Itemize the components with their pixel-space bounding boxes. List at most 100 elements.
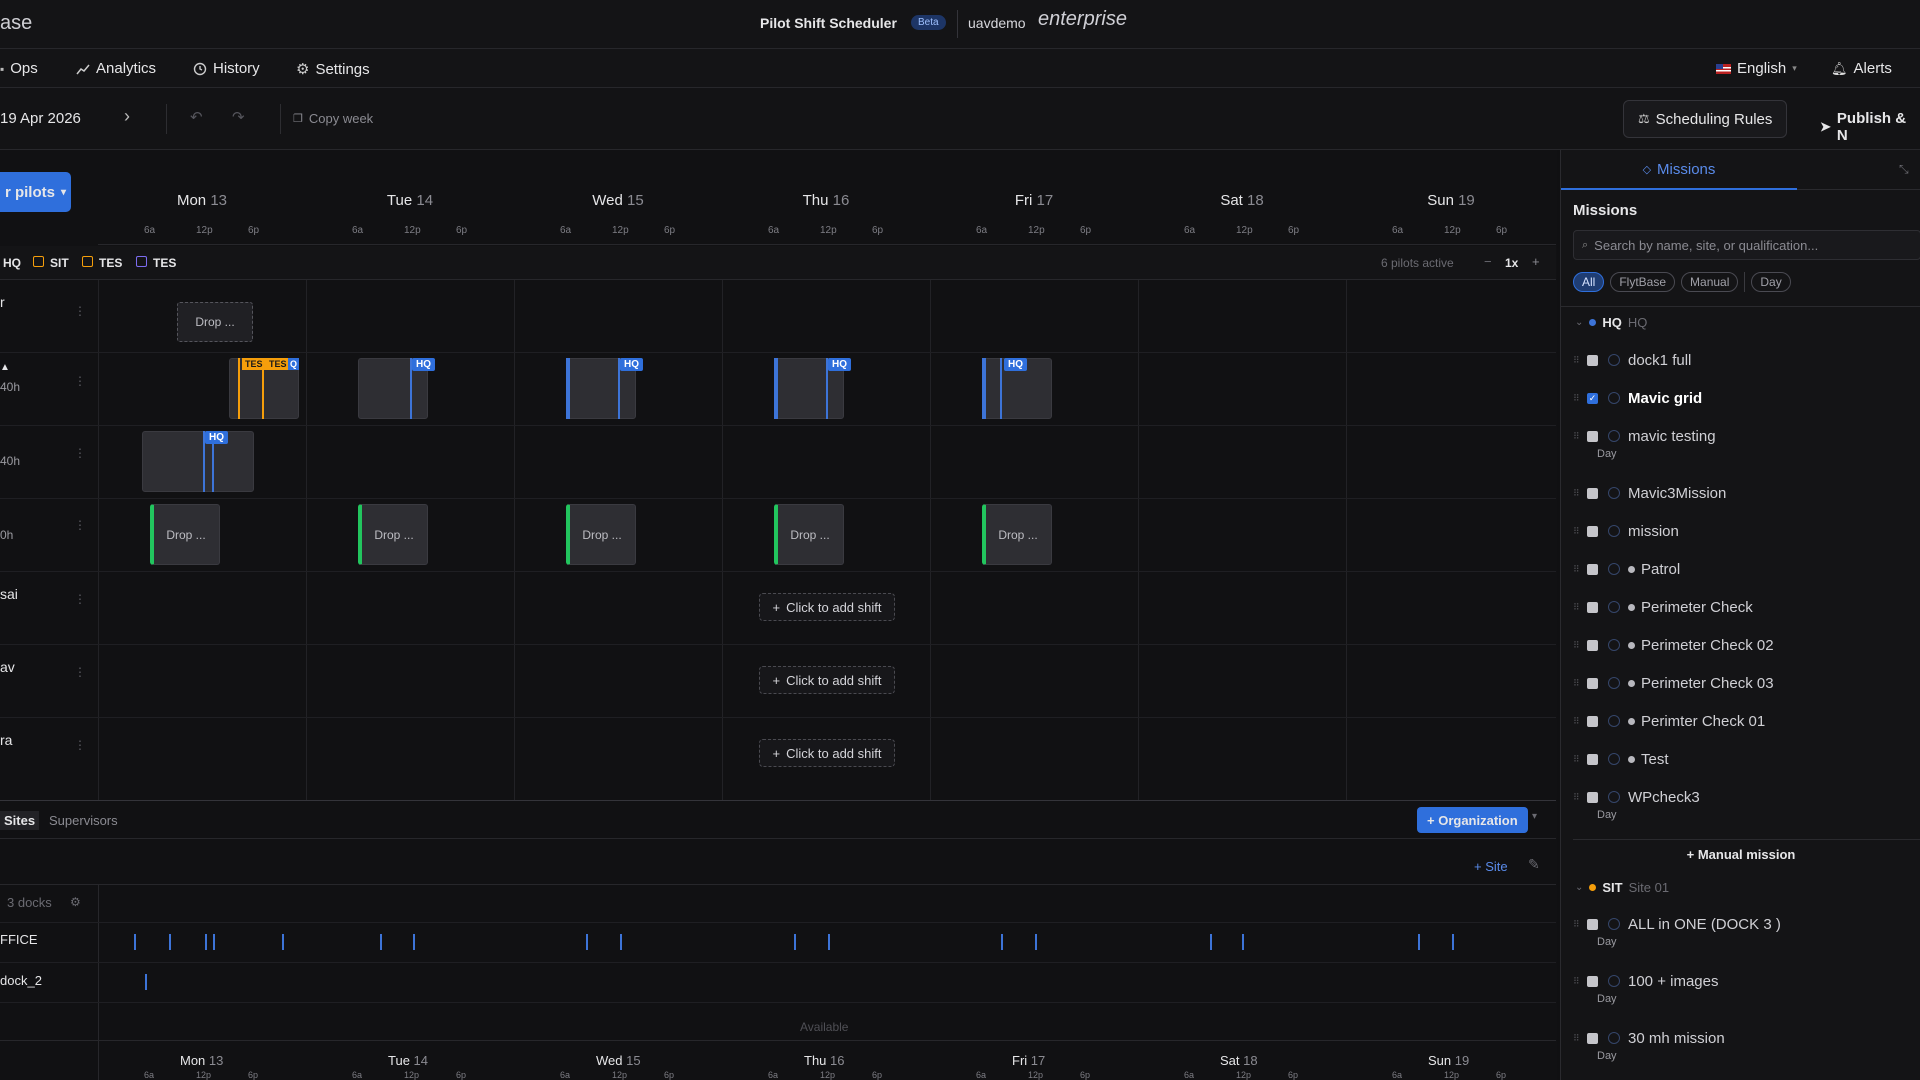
drag-handle-icon[interactable]: ⠿: [1573, 754, 1583, 765]
visibility-icon[interactable]: [1608, 639, 1620, 651]
dock-activity-marker[interactable]: [380, 934, 382, 950]
visibility-icon[interactable]: [1608, 1032, 1620, 1044]
dock-activity-marker[interactable]: [1242, 934, 1244, 950]
publish-button[interactable]: ➤ Publish & N: [1820, 110, 1920, 144]
visibility-icon[interactable]: [1608, 392, 1620, 404]
mission-item[interactable]: ⠿ dock1 full: [1573, 350, 1920, 370]
mission-checkbox[interactable]: [1587, 563, 1598, 575]
dock-activity-marker[interactable]: [1035, 934, 1037, 950]
drag-handle-icon[interactable]: ⠿: [1573, 526, 1583, 537]
drag-handle-icon[interactable]: ⠿: [1573, 1033, 1583, 1044]
shift-block[interactable]: Drop ...: [150, 504, 220, 565]
filter-all[interactable]: All: [1573, 272, 1605, 292]
add-organization-button[interactable]: + Organization: [1417, 807, 1528, 833]
checkbox-sit[interactable]: [33, 256, 44, 267]
date-range[interactable]: 19 Apr 2026: [0, 110, 81, 127]
row-options-icon[interactable]: ⋮: [74, 592, 86, 606]
tab-supervisors[interactable]: Supervisors: [49, 813, 118, 828]
undo-icon[interactable]: ↶: [190, 108, 203, 126]
row-options-icon[interactable]: ⋮: [74, 446, 86, 460]
language-selector[interactable]: English ▾: [1716, 60, 1797, 77]
dock-activity-marker[interactable]: [1452, 934, 1454, 950]
row-options-icon[interactable]: ⋮: [74, 304, 86, 318]
visibility-icon[interactable]: [1608, 601, 1620, 613]
add-shift-button[interactable]: + Click to add shift: [759, 739, 895, 767]
visibility-icon[interactable]: [1608, 563, 1620, 575]
pilot-row-name[interactable]: sai: [0, 586, 18, 602]
mission-checkbox[interactable]: [1587, 975, 1598, 987]
mission-checkbox[interactable]: [1587, 430, 1598, 442]
checkbox-tes-2[interactable]: [136, 256, 147, 267]
group-header-hq[interactable]: ⌄ HQ HQ: [1575, 315, 1647, 330]
site-filter-hq[interactable]: HQ: [3, 256, 21, 270]
dock-activity-marker[interactable]: [620, 934, 622, 950]
pilot-row-name[interactable]: r: [0, 294, 5, 310]
mission-item[interactable]: ⠿ Perimeter Check 03: [1573, 673, 1920, 693]
mission-item[interactable]: ⠿ WPcheck3 Day: [1573, 787, 1920, 822]
dock-activity-marker[interactable]: [1001, 934, 1003, 950]
mission-item[interactable]: ⠿ ALL in ONE (DOCK 3 ) Day: [1573, 914, 1920, 949]
drag-handle-icon[interactable]: ⠿: [1573, 488, 1583, 499]
drag-handle-icon[interactable]: ⠿: [1573, 564, 1583, 575]
row-options-icon[interactable]: ⋮: [74, 665, 86, 679]
mission-item[interactable]: ⠿ Patrol: [1573, 559, 1920, 579]
mission-checkbox[interactable]: [1587, 354, 1598, 366]
pilot-row-name[interactable]: av: [0, 659, 15, 675]
drag-handle-icon[interactable]: ⠿: [1573, 431, 1583, 442]
visibility-icon[interactable]: [1608, 918, 1620, 930]
mission-item[interactable]: ⠿ Perimter Check 01: [1573, 711, 1920, 731]
mission-checkbox[interactable]: [1587, 715, 1598, 727]
filter-manual[interactable]: Manual: [1681, 272, 1739, 292]
visibility-icon[interactable]: [1608, 753, 1620, 765]
mission-checkbox[interactable]: [1587, 1032, 1598, 1044]
drag-handle-icon[interactable]: ⠿: [1573, 792, 1583, 803]
mission-checkbox[interactable]: [1587, 601, 1598, 613]
drag-handle-icon[interactable]: ⠿: [1573, 602, 1583, 613]
dock-activity-marker[interactable]: [145, 974, 147, 990]
row-options-icon[interactable]: ⋮: [74, 518, 86, 532]
shift-block[interactable]: Drop ...: [982, 504, 1052, 565]
dock-activity-marker[interactable]: [586, 934, 588, 950]
visibility-icon[interactable]: [1608, 715, 1620, 727]
add-site-button[interactable]: + Site: [1474, 859, 1508, 874]
shift-block[interactable]: Drop ...: [358, 504, 428, 565]
tab-history[interactable]: History: [193, 60, 260, 77]
visibility-icon[interactable]: [1608, 525, 1620, 537]
tab-analytics[interactable]: Analytics: [76, 60, 156, 77]
mission-checkbox[interactable]: [1587, 791, 1598, 803]
visibility-icon[interactable]: [1608, 430, 1620, 442]
mission-checkbox[interactable]: [1587, 753, 1598, 765]
filter-day[interactable]: Day: [1751, 272, 1791, 292]
dock-activity-marker[interactable]: [1210, 934, 1212, 950]
collapse-icon[interactable]: ⤡: [1899, 162, 1909, 177]
shift-block[interactable]: [142, 431, 254, 492]
dock-row-label[interactable]: dock_2: [0, 973, 42, 988]
dock-activity-marker[interactable]: [169, 934, 171, 950]
drag-handle-icon[interactable]: ⠿: [1573, 640, 1583, 651]
mission-item[interactable]: ⠿ mavic testing Day: [1573, 426, 1920, 461]
visibility-icon[interactable]: [1608, 975, 1620, 987]
shift-block[interactable]: Drop ...: [566, 504, 636, 565]
chevron-down-icon[interactable]: ▾: [1532, 811, 1537, 822]
dock-row-label[interactable]: FFICE: [0, 932, 38, 947]
tab-sites[interactable]: Sites: [0, 811, 40, 830]
visibility-icon[interactable]: [1608, 487, 1620, 499]
edit-icon[interactable]: ✎: [1528, 856, 1540, 873]
drag-handle-icon[interactable]: ⠿: [1573, 976, 1583, 987]
dock-activity-marker[interactable]: [213, 934, 215, 950]
pilots-filter-button[interactable]: r pilots ▾: [0, 172, 71, 212]
group-header-sit[interactable]: ⌄ SIT Site 01: [1575, 880, 1669, 895]
drag-handle-icon[interactable]: ⠿: [1573, 716, 1583, 727]
drag-handle-icon[interactable]: ⠿: [1573, 678, 1583, 689]
zoom-out-button[interactable]: −: [1484, 254, 1492, 269]
shift-block[interactable]: Drop ...: [774, 504, 844, 565]
row-options-icon[interactable]: ⋮: [74, 738, 86, 752]
search-input[interactable]: ⌕ Search by name, site, or qualification…: [1573, 230, 1920, 260]
drop-zone[interactable]: Drop ...: [177, 302, 253, 342]
scheduling-rules-button[interactable]: ⚖ Scheduling Rules: [1623, 100, 1788, 138]
redo-icon[interactable]: ↷: [232, 108, 245, 126]
visibility-icon[interactable]: [1608, 677, 1620, 689]
add-shift-button[interactable]: + Click to add shift: [759, 666, 895, 694]
alerts-button[interactable]: 🔔︎ Alerts: [1831, 60, 1892, 77]
mission-item[interactable]: ⠿ 100 + images Day: [1573, 971, 1920, 1006]
